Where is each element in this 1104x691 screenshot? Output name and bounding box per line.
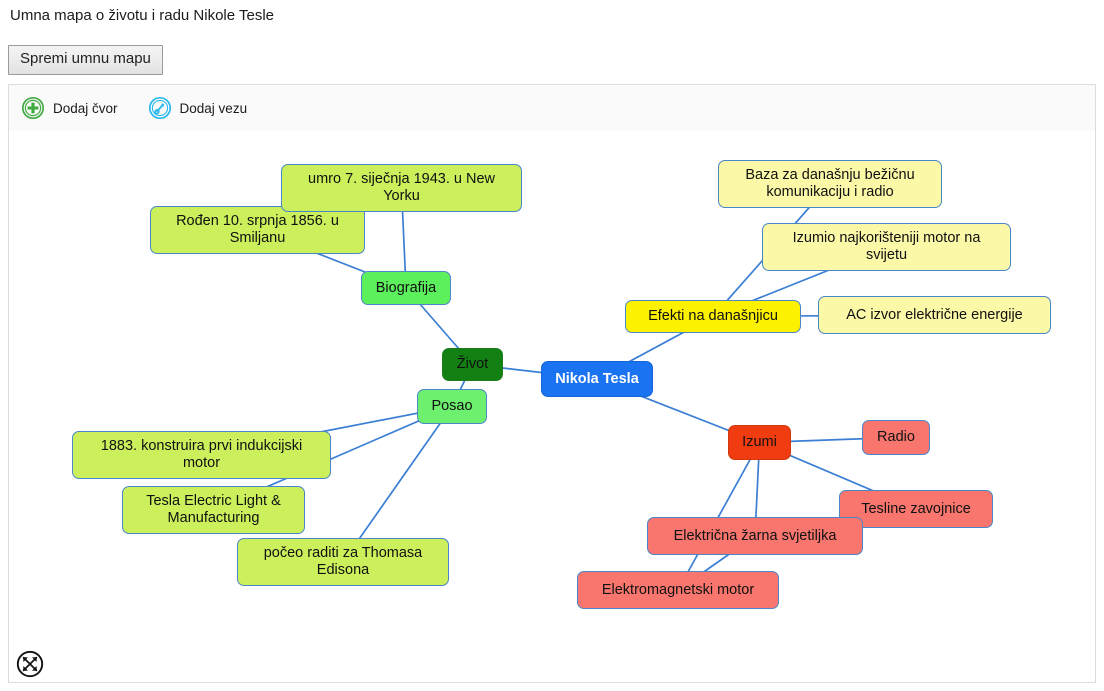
mindmap-node-label: Život bbox=[456, 356, 489, 372]
mindmap-node-biografija[interactable]: Biografija bbox=[361, 271, 451, 305]
mindmap-node-baza[interactable]: Baza za današnju bežičnu komunikaciju i … bbox=[718, 160, 942, 208]
mindmap-node-posao[interactable]: Posao bbox=[417, 389, 487, 424]
mindmap-node-label: Tesla Electric Light & Manufacturing bbox=[146, 493, 281, 526]
fit-to-screen-icon bbox=[16, 650, 44, 678]
mindmap-node-elektromotor[interactable]: Elektromagnetski motor bbox=[577, 571, 779, 609]
mindmap-node-izumio[interactable]: Izumio najkorišteniji motor na svijetu bbox=[762, 223, 1011, 271]
toolbar: Dodaj čvor Dodaj vezu bbox=[8, 84, 1096, 132]
mindmap-node-label: Nikola Tesla bbox=[555, 370, 639, 387]
mindmap-node-label: Biografija bbox=[375, 279, 437, 296]
mindmap-node-label: Efekti na današnjicu bbox=[648, 308, 778, 324]
mindmap-node-rodjen[interactable]: Rođen 10. srpnja 1856. u Smiljanu bbox=[150, 206, 365, 254]
add-node-label: Dodaj čvor bbox=[53, 100, 118, 116]
add-link-label: Dodaj vezu bbox=[179, 100, 248, 116]
mindmap-node-label: Radio bbox=[877, 429, 915, 445]
add-node-button[interactable]: Dodaj čvor bbox=[21, 96, 118, 120]
mindmap-node-label: AC izvor električne energije bbox=[846, 306, 1023, 323]
plus-circle-icon bbox=[21, 96, 45, 120]
mindmap-node-umro[interactable]: umro 7. siječnja 1943. u New Yorku bbox=[281, 164, 522, 212]
mindmap-canvas[interactable]: Nikola Tesla Život Posao Biografija Rođen 10… bbox=[8, 131, 1096, 683]
mindmap-app: Umna mapa o životu i radu Nikole Tesle S… bbox=[0, 0, 1104, 691]
mindmap-node-label: Baza za današnju bežičnu komunikaciju i … bbox=[745, 167, 915, 200]
mindmap-node-zivot[interactable]: Život bbox=[442, 348, 503, 381]
mindmap-node-label: umro 7. siječnja 1943. u New Yorku bbox=[308, 171, 495, 204]
mindmap-node-indukcijski[interactable]: 1883. konstruira prvi indukcijski motor bbox=[72, 431, 331, 479]
save-mindmap-button[interactable]: Spremi umnu mapu bbox=[8, 45, 163, 75]
mindmap-node-efekti[interactable]: Efekti na današnjicu bbox=[625, 300, 801, 333]
mindmap-node-label: Električna žarna svjetiljka bbox=[673, 527, 837, 544]
mindmap-node-label: Posao bbox=[431, 398, 473, 414]
mindmap-node-label: počeo raditi za Thomasa Edisona bbox=[263, 545, 423, 578]
mindmap-node-label: Rođen 10. srpnja 1856. u Smiljanu bbox=[176, 213, 339, 246]
mindmap-node-teslaelec[interactable]: Tesla Electric Light & Manufacturing bbox=[122, 486, 305, 534]
page-title: Umna mapa o životu i radu Nikole Tesle bbox=[10, 7, 275, 24]
mindmap-node-zarulja[interactable]: Električna žarna svjetiljka bbox=[647, 517, 863, 555]
mindmap-node-ac[interactable]: AC izvor električne energije bbox=[818, 296, 1051, 334]
mindmap-node-label: Izumio najkorišteniji motor na svijetu bbox=[792, 230, 981, 263]
fit-to-screen-button[interactable] bbox=[16, 650, 44, 678]
mindmap-node-label: Elektromagnetski motor bbox=[601, 581, 755, 598]
mindmap-node-label: Izumi bbox=[742, 434, 777, 450]
mindmap-node-izumi[interactable]: Izumi bbox=[728, 425, 791, 460]
mindmap-node-label: 1883. konstruira prvi indukcijski motor bbox=[100, 438, 303, 471]
mindmap-node-edison[interactable]: počeo raditi za Thomasa Edisona bbox=[237, 538, 449, 586]
add-link-button[interactable]: Dodaj vezu bbox=[148, 96, 248, 120]
link-circle-icon bbox=[148, 96, 172, 120]
mindmap-node-radio[interactable]: Radio bbox=[862, 420, 930, 455]
mindmap-node-label: Tesline zavojnice bbox=[861, 500, 971, 517]
mindmap-node-tesla[interactable]: Nikola Tesla bbox=[541, 361, 653, 397]
